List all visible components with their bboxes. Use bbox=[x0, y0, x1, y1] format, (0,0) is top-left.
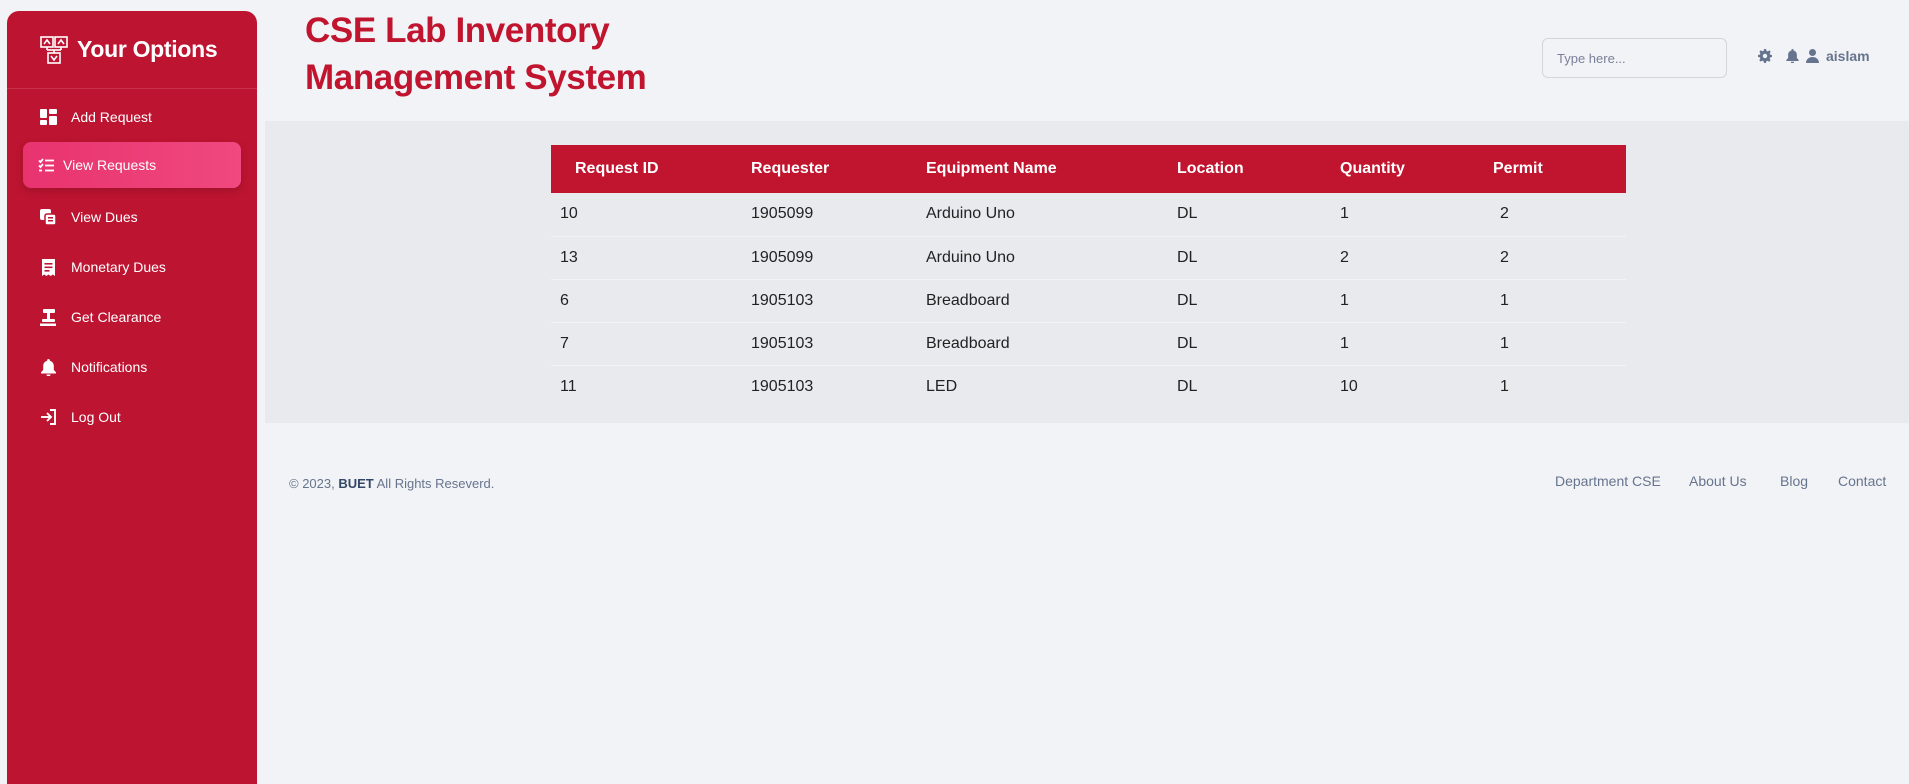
column-header: Location bbox=[1177, 160, 1244, 177]
table-header-row: Request ID Requester Equipment Name Loca… bbox=[551, 145, 1626, 193]
page-title: CSE Lab Inventory Management System bbox=[305, 11, 647, 97]
sidebar-item-view-requests[interactable]: View Requests bbox=[23, 142, 241, 188]
gear-icon[interactable] bbox=[1758, 49, 1772, 63]
table-cell: Arduino Uno bbox=[914, 236, 1164, 280]
footer-link-about[interactable]: About Us bbox=[1689, 473, 1747, 489]
sign-in-icon bbox=[39, 408, 57, 426]
sidebar-item-label: Monetary Dues bbox=[71, 259, 166, 275]
sidebar-brand: Your Options bbox=[7, 11, 257, 89]
dashboard-icon bbox=[39, 108, 57, 126]
requests-section: Request ID Requester Equipment Name Loca… bbox=[265, 121, 1909, 423]
sidebar-item-label: Notifications bbox=[71, 359, 148, 375]
column-header: Request ID bbox=[575, 160, 659, 177]
table-row: 13 1905099 Arduino Uno DL 2 2 bbox=[551, 236, 1626, 280]
sidebar-item-label: Get Clearance bbox=[71, 309, 162, 325]
table-cell: 13 bbox=[551, 236, 736, 280]
table-cell: DL bbox=[1164, 236, 1327, 280]
sidebar: Your Options Add Request View Requests V… bbox=[7, 11, 257, 784]
sidebar-item-monetary-dues[interactable]: Monetary Dues bbox=[23, 244, 241, 290]
list-check-icon bbox=[37, 156, 55, 174]
column-header: Permit bbox=[1493, 160, 1543, 177]
table-cell: 1 bbox=[1327, 279, 1487, 323]
footer-link-blog[interactable]: Blog bbox=[1780, 473, 1808, 489]
copyright-prefix: © 2023, bbox=[289, 476, 339, 491]
table-cell: 10 bbox=[551, 193, 736, 237]
search-input[interactable] bbox=[1542, 38, 1727, 78]
sidebar-title: Your Options bbox=[77, 36, 218, 62]
copy-icon bbox=[39, 208, 57, 226]
header-actions: aislam bbox=[1758, 48, 1870, 64]
table-cell: DL bbox=[1164, 279, 1327, 323]
flowchart-icon bbox=[39, 35, 69, 65]
table-cell: DL bbox=[1164, 193, 1327, 237]
table-cell: 1905099 bbox=[736, 236, 914, 280]
table-cell: 6 bbox=[551, 279, 736, 323]
table-cell: 2 bbox=[1487, 193, 1626, 237]
sidebar-item-label: Add Request bbox=[71, 109, 152, 125]
footer-link-contact[interactable]: Contact bbox=[1838, 473, 1886, 489]
username[interactable]: aislam bbox=[1826, 48, 1870, 64]
sidebar-item-label: View Requests bbox=[63, 157, 157, 173]
column-header: Requester bbox=[751, 160, 830, 177]
table-cell: 1905103 bbox=[736, 279, 914, 323]
table-cell: 2 bbox=[1327, 236, 1487, 280]
table-cell: 1 bbox=[1327, 322, 1487, 366]
receipt-icon bbox=[39, 258, 57, 276]
sidebar-item-notifications[interactable]: Notifications bbox=[23, 344, 241, 390]
sidebar-item-log-out[interactable]: Log Out bbox=[23, 394, 241, 440]
table-row: 11 1905103 LED DL 10 1 bbox=[551, 365, 1626, 408]
copyright-suffix: All Rights Reseverd. bbox=[373, 476, 495, 491]
table-row: 10 1905099 Arduino Uno DL 1 2 bbox=[551, 193, 1626, 237]
table-cell: DL bbox=[1164, 322, 1327, 366]
sidebar-item-label: Log Out bbox=[71, 409, 121, 425]
copyright-org: BUET bbox=[338, 476, 374, 491]
bell-icon[interactable] bbox=[1786, 49, 1800, 63]
sidebar-item-add-request[interactable]: Add Request bbox=[23, 94, 241, 140]
sidebar-item-label: View Dues bbox=[71, 209, 138, 225]
footer-link-department[interactable]: Department CSE bbox=[1555, 473, 1661, 489]
sidebar-item-get-clearance[interactable]: Get Clearance bbox=[23, 294, 241, 340]
table-row: 6 1905103 Breadboard DL 1 1 bbox=[551, 279, 1626, 323]
stamp-icon bbox=[39, 308, 57, 326]
table-cell: 1905103 bbox=[751, 377, 814, 395]
table-cell: 1905103 bbox=[736, 322, 914, 366]
table-row: 7 1905103 Breadboard DL 1 1 bbox=[551, 322, 1626, 366]
table-cell: Breadboard bbox=[914, 322, 1164, 366]
table-cell: 10 bbox=[1340, 377, 1358, 395]
table-cell: 11 bbox=[560, 377, 577, 395]
requests-table: Request ID Requester Equipment Name Loca… bbox=[551, 145, 1626, 408]
user-icon[interactable] bbox=[1806, 49, 1820, 63]
table-cell: Breadboard bbox=[914, 279, 1164, 323]
table-cell: Arduino Uno bbox=[914, 193, 1164, 237]
table-cell: 1 bbox=[1500, 377, 1509, 395]
table-cell: LED bbox=[926, 377, 958, 395]
copyright: © 2023, BUET All Rights Reseverd. bbox=[289, 476, 494, 491]
table-cell: DL bbox=[1177, 377, 1198, 395]
column-header: Equipment Name bbox=[926, 160, 1057, 177]
table-cell: 7 bbox=[551, 322, 736, 366]
table-cell: 1 bbox=[1487, 279, 1626, 323]
table-cell: 1 bbox=[1487, 322, 1626, 366]
table-cell: 2 bbox=[1487, 236, 1626, 280]
column-header: Quantity bbox=[1340, 160, 1405, 177]
table-cell: 1 bbox=[1327, 193, 1487, 237]
sidebar-item-view-dues[interactable]: View Dues bbox=[23, 194, 241, 240]
table-cell: 1905099 bbox=[736, 193, 914, 237]
bell-icon bbox=[39, 358, 57, 376]
